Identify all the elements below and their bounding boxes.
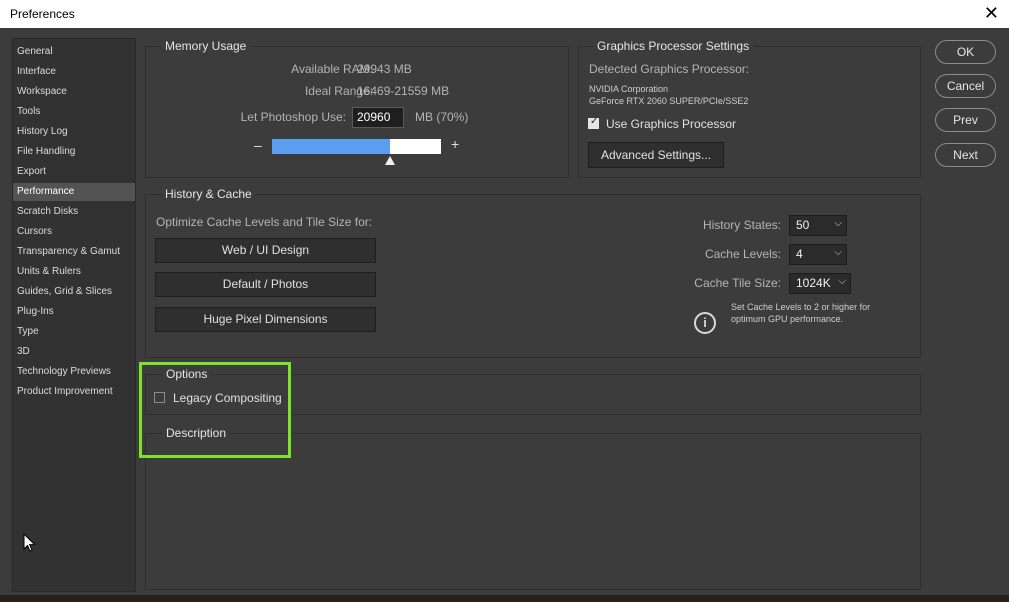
- info-text-line-2: optimum GPU performance.: [731, 314, 844, 324]
- sidebar-item-cursors[interactable]: Cursors: [13, 223, 135, 241]
- sidebar-item-units-rulers[interactable]: Units & Rulers: [13, 263, 135, 281]
- photoshop-use-label: Let Photoshop Use:: [240, 110, 346, 124]
- gpu-settings-title: Graphics Processor Settings: [593, 39, 754, 53]
- chevron-down-icon: ⌵: [834, 247, 842, 258]
- use-gpu-checkbox[interactable]: [588, 116, 599, 129]
- decrease-memory-button[interactable]: –: [254, 137, 262, 153]
- cache-levels-label: Cache Levels:: [704, 247, 781, 261]
- photoshop-use-input[interactable]: 20960: [352, 107, 404, 128]
- legacy-compositing-checkbox[interactable]: [154, 392, 165, 403]
- preferences-window: Preferences ✕ General Interface Workspace T…: [0, 0, 1009, 595]
- sidebar-item-file-handling[interactable]: File Handling: [13, 143, 135, 161]
- sidebar-item-tools[interactable]: Tools: [13, 103, 135, 121]
- history-states-select[interactable]: 50 ⌵: [789, 215, 847, 236]
- sidebar-item-transparency-gamut[interactable]: Transparency & Gamut: [13, 243, 135, 261]
- sidebar-item-export[interactable]: Export: [13, 163, 135, 181]
- detected-gpu-label: Detected Graphics Processor:: [589, 62, 750, 76]
- cache-levels-value: 4: [796, 247, 803, 261]
- available-ram-value: 29943 MB: [357, 62, 412, 76]
- preferences-sidebar: General Interface Workspace Tools History Lo…: [12, 38, 136, 592]
- gpu-vendor: NVIDIA Corporation: [589, 84, 669, 94]
- sidebar-item-performance[interactable]: Performance: [13, 183, 135, 201]
- options-title: Options: [162, 367, 212, 381]
- sidebar-item-scratch-disks[interactable]: Scratch Disks: [13, 203, 135, 221]
- description-title: Description: [162, 426, 231, 440]
- increase-memory-button[interactable]: +: [451, 136, 459, 152]
- prev-button[interactable]: Prev: [935, 108, 996, 132]
- sidebar-item-product-improvement[interactable]: Product Improvement: [13, 383, 135, 401]
- history-cache-title: History & Cache: [161, 187, 256, 201]
- web-ui-design-button[interactable]: Web / UI Design: [155, 238, 376, 263]
- memory-usage-title: Memory Usage: [161, 39, 251, 53]
- description-panel: [145, 433, 921, 590]
- info-icon: i: [694, 312, 716, 334]
- next-button[interactable]: Next: [935, 143, 996, 167]
- advanced-settings-button[interactable]: Advanced Settings...: [588, 142, 724, 168]
- sidebar-item-3d[interactable]: 3D: [13, 343, 135, 361]
- cancel-button[interactable]: Cancel: [935, 74, 996, 98]
- memory-slider-track[interactable]: [272, 139, 441, 154]
- photoshop-use-suffix: MB (70%): [415, 110, 469, 124]
- gpu-model: GeForce RTX 2060 SUPER/PCIe/SSE2: [589, 96, 749, 106]
- cache-tile-size-value: 1024K: [796, 276, 831, 290]
- memory-slider-fill: [272, 139, 390, 154]
- mouse-cursor-icon: [23, 533, 36, 552]
- huge-pixel-dimensions-button[interactable]: Huge Pixel Dimensions: [155, 307, 376, 332]
- memory-slider-thumb[interactable]: [385, 156, 395, 165]
- sidebar-item-interface[interactable]: Interface: [13, 63, 135, 81]
- sidebar-item-plug-ins[interactable]: Plug-Ins: [13, 303, 135, 321]
- close-icon[interactable]: ✕: [984, 3, 999, 23]
- history-states-label: History States:: [702, 218, 781, 232]
- window-title: Preferences: [10, 7, 75, 21]
- legacy-compositing-label: Legacy Compositing: [173, 391, 282, 405]
- cache-tile-size-label: Cache Tile Size:: [694, 276, 781, 290]
- chevron-down-icon: ⌵: [838, 276, 846, 287]
- use-gpu-label: Use Graphics Processor: [606, 117, 737, 131]
- chevron-down-icon: ⌵: [834, 218, 842, 229]
- info-text-line-1: Set Cache Levels to 2 or higher for: [731, 302, 871, 312]
- optimize-cache-label: Optimize Cache Levels and Tile Size for:: [156, 215, 373, 229]
- title-bar: Preferences ✕: [0, 0, 1009, 28]
- cache-levels-select[interactable]: 4 ⌵: [789, 244, 847, 265]
- sidebar-item-history-log[interactable]: History Log: [13, 123, 135, 141]
- ideal-range-label: Ideal Range:: [304, 84, 373, 98]
- default-photos-button[interactable]: Default / Photos: [155, 272, 376, 297]
- sidebar-item-guides-grid-slices[interactable]: Guides, Grid & Slices: [13, 283, 135, 301]
- sidebar-item-general[interactable]: General: [13, 43, 135, 61]
- sidebar-item-type[interactable]: Type: [13, 323, 135, 341]
- available-ram-label: Available RAM:: [291, 62, 373, 76]
- sidebar-item-workspace[interactable]: Workspace: [13, 83, 135, 101]
- sidebar-item-technology-previews[interactable]: Technology Previews: [13, 363, 135, 381]
- history-states-value: 50: [796, 218, 810, 232]
- ideal-range-value: 16469-21559 MB: [357, 84, 450, 98]
- cache-tile-size-select[interactable]: 1024K ⌵: [789, 273, 851, 294]
- ok-button[interactable]: OK: [935, 40, 996, 64]
